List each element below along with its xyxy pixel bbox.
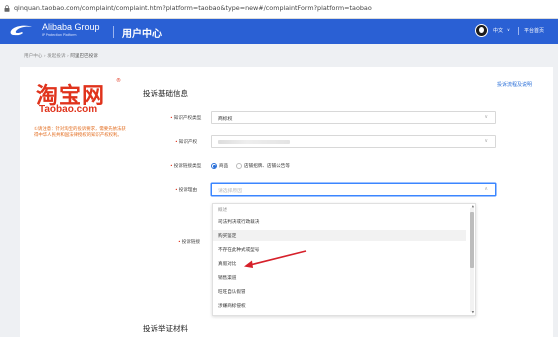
dropdown-item[interactable]: 销售渠道 [218,275,236,281]
registered-mark: ® [116,78,121,84]
url-text[interactable]: qinquan.taobao.com/complaint/complaint.h… [14,4,372,12]
radio-shop-label[interactable]: 店铺招牌、店铺公告等 [244,163,290,169]
ip-right-label: •知识产权 [175,140,198,145]
ip-type-label: •知识产权类型 [170,116,202,121]
dropdown-item[interactable]: 旺旺自认假冒 [218,289,246,295]
reason-dropdown-menu[interactable]: 概述 司法判决或行政裁决 购买鉴定 不存在此种式或型号 真假对比 销售渠道 旺旺… [212,203,476,316]
brand-subtitle: IP Protection Platform [42,33,77,37]
dropdown-item[interactable]: 购买鉴定 [218,233,236,239]
brand-name: Alibaba Group [42,22,100,32]
dropdown-item-target[interactable]: 真假对比 [218,261,236,267]
page-title: 用户中心 [122,29,162,40]
language-switch[interactable]: 中文 [493,27,503,34]
help-link[interactable]: 投诉流程及说明 [497,81,532,88]
notice-text: ①请注意：针对淘宝的投诉要求，需要先依法获得中华人民共和国法律授权的知识产权权利… [34,127,130,139]
link-label: •投诉链接 [178,240,201,245]
breadcrumb: 用户中心 › 发起投诉 › 阿里巴巴投诉 [24,53,98,59]
dropdown-item[interactable]: 司法判决或行政裁决 [218,219,259,225]
section-title-basic: 投诉基础信息 [143,89,188,98]
taobao-logo: 淘宝网 ® Taobao.com [34,78,126,118]
header-divider-right [518,27,519,35]
browser-url-bar[interactable]: qinquan.taobao.com/complaint/complaint.h… [0,0,558,19]
breadcrumb-item-complaint[interactable]: 发起投诉 [47,54,65,59]
chevron-down-icon: ∨ [484,114,488,120]
ip-type-value: 商标权 [218,117,233,122]
chevron-down-icon: ∨ [484,138,488,144]
dropdown-group-label: 概述 [218,208,228,213]
dropdown-scrollbar-thumb[interactable] [470,212,474,268]
ip-right-select[interactable]: ∨ [211,135,496,148]
alibaba-logo-icon[interactable] [8,23,38,39]
link-type-label: •投诉链接类型 [170,164,202,169]
taobao-logo-en: Taobao.com [39,104,98,115]
ip-type-select[interactable]: 商标权 ∨ [211,111,496,124]
dropdown-hover-highlight [213,230,466,241]
dropdown-item[interactable]: 涉嫌商标侵权 [218,303,246,309]
avatar[interactable] [475,24,488,37]
radio-product-label[interactable]: 商品 [219,163,228,169]
reason-label: •投诉理由 [175,188,198,193]
notice-body: ①请注意：针对淘宝的投诉要求，需要先依法获得中华人民共和国法律授权的知识产权权利… [34,127,126,138]
scroll-up-icon[interactable]: ▲ [472,204,474,208]
home-link[interactable]: 平台首页 [524,27,544,34]
scroll-down-icon[interactable]: ▼ [472,310,474,314]
breadcrumb-item-current: 阿里巴巴投诉 [70,54,98,59]
lock-icon [4,5,10,12]
reason-placeholder: 请选择原因 [218,189,242,194]
redacted-value [218,140,290,144]
breadcrumb-item-user-center[interactable]: 用户中心 [24,54,42,59]
dropdown-item[interactable]: 不存在此种式或型号 [218,247,259,253]
top-header: Alibaba Group IP Protection Platform 用户中… [0,19,558,44]
radio-product[interactable] [211,163,217,169]
reason-select[interactable]: 请选择原因 ∧ [211,183,496,196]
radio-shop[interactable] [236,163,242,169]
chevron-up-icon: ∧ [484,186,488,192]
header-divider [113,26,114,38]
chevron-down-icon[interactable]: ∨ [507,27,510,32]
section-title-evidence: 投诉举证材料 [143,324,188,333]
